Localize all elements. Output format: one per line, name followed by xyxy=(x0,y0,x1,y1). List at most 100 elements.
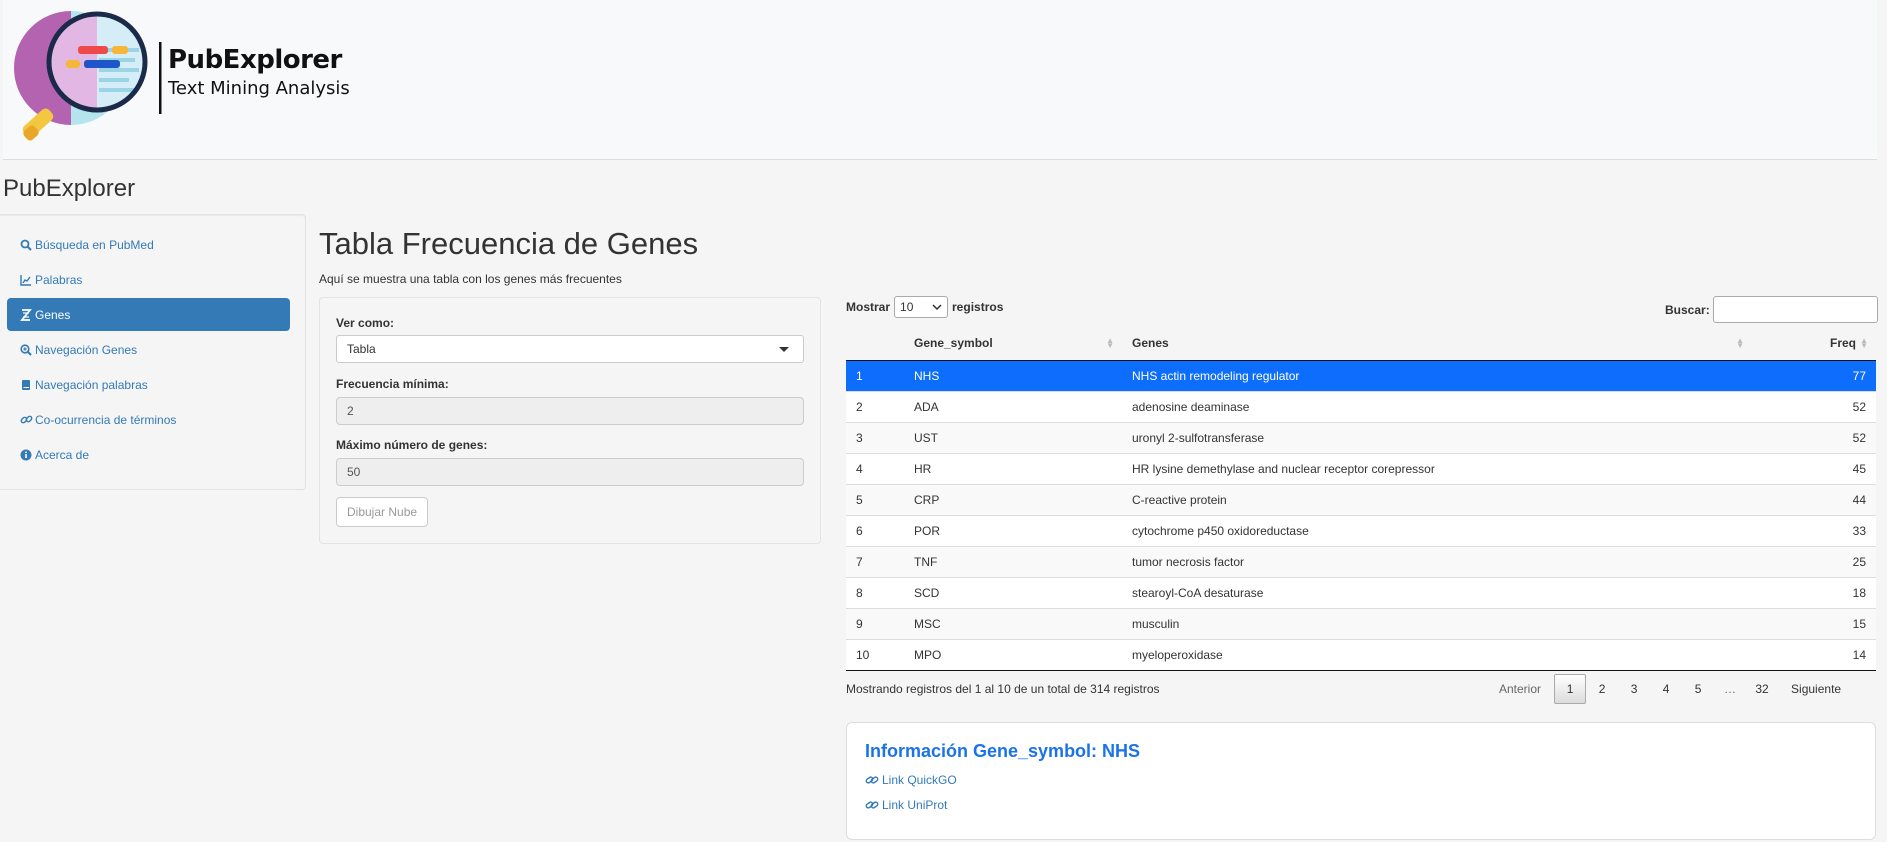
page-subtitle: Aquí se muestra una tabla con los genes … xyxy=(319,272,622,286)
page-next-button[interactable]: Siguiente xyxy=(1782,674,1850,704)
row-freq: 44 xyxy=(1752,483,1876,515)
link-icon xyxy=(865,801,879,809)
length-select[interactable]: 10 xyxy=(894,296,949,318)
sidebar-item-label: Acerca de xyxy=(35,447,90,462)
app-title: PubExplorer xyxy=(3,175,136,202)
table-row[interactable]: 2 ADA adenosine deaminase 52 xyxy=(846,390,1876,422)
search-input[interactable] xyxy=(1712,296,1878,323)
chart-line-icon xyxy=(19,273,33,286)
page-prev-button[interactable]: Anterior xyxy=(1490,674,1550,704)
uniprot-link[interactable]: Link UniProt xyxy=(865,798,947,812)
table-row[interactable]: 10 MPO myeloperoxidase 14 xyxy=(846,638,1876,671)
row-index: 5 xyxy=(846,483,904,515)
sidebar-item-palabras[interactable]: Palabras xyxy=(7,263,290,296)
row-freq: 77 xyxy=(1752,359,1876,391)
row-index: 7 xyxy=(846,545,904,577)
column-header-gene-symbol[interactable]: Gene_symbol ▲ ▼ xyxy=(904,327,1122,361)
page-button-32[interactable]: 32 xyxy=(1746,674,1778,704)
row-gene-symbol: UST xyxy=(904,421,1122,453)
row-gene-name: uronyl 2-sulfotransferase xyxy=(1122,421,1752,453)
row-index: 6 xyxy=(846,514,904,546)
pagination: Anterior 1 2 3 4 5 … 32 Siguiente xyxy=(1490,674,1850,704)
length-prefix: Mostrar xyxy=(846,300,891,314)
gene-info-card: Información Gene_symbol: NHS Link QuickG… xyxy=(846,722,1876,840)
min-freq-input[interactable] xyxy=(336,397,804,425)
page-button-3[interactable]: 3 xyxy=(1618,674,1650,704)
table-row[interactable]: 6 POR cytochrome p450 oxidoreductase 33 xyxy=(846,514,1876,546)
row-freq: 52 xyxy=(1752,390,1876,422)
sidebar-item-navegacion-palabras[interactable]: Navegación palabras xyxy=(7,368,290,401)
dna-icon xyxy=(19,308,33,321)
row-gene-name: C-reactive protein xyxy=(1122,483,1752,515)
column-header-label: Gene_symbol xyxy=(914,336,993,351)
column-header-label: Genes xyxy=(1132,336,1169,351)
row-freq: 33 xyxy=(1752,514,1876,546)
brand-tagline: Text Mining Analysis xyxy=(168,78,350,99)
uniprot-link-label: Link UniProt xyxy=(882,798,948,812)
view-select[interactable]: Tabla xyxy=(336,335,804,363)
row-index: 2 xyxy=(846,390,904,422)
sidebar-item-label: Palabras xyxy=(35,272,83,287)
table-row[interactable]: 1 NHS NHS actin remodeling regulator 77 xyxy=(846,359,1876,391)
row-freq: 52 xyxy=(1752,421,1876,453)
max-genes-input[interactable] xyxy=(336,458,804,486)
row-gene-symbol: ADA xyxy=(904,390,1122,422)
page-button-2[interactable]: 2 xyxy=(1586,674,1618,704)
row-gene-symbol: HR xyxy=(904,452,1122,484)
genes-table: Gene_symbol ▲ ▼ Genes ▲ ▼ Freq ▲ ▼ 1 NHS NH… xyxy=(846,327,1876,671)
row-gene-symbol: CRP xyxy=(904,483,1122,515)
search-icon xyxy=(19,238,33,251)
link-icon xyxy=(865,776,879,784)
table-row[interactable]: 9 MSC musculin 15 xyxy=(846,607,1876,639)
column-header-genes[interactable]: Genes ▲ ▼ xyxy=(1122,327,1752,361)
length-select-value: 10 xyxy=(900,300,914,314)
sidebar-item-label: Navegación Genes xyxy=(35,342,138,357)
link-icon xyxy=(19,413,33,426)
row-index: 10 xyxy=(846,638,904,671)
sidebar-item-acerca-de[interactable]: Acerca de xyxy=(7,438,290,471)
search-label: Buscar: xyxy=(1665,302,1710,317)
brand-name: PubExplorer xyxy=(168,45,342,75)
row-gene-symbol: SCD xyxy=(904,576,1122,608)
sidebar-item-genes[interactable]: Genes xyxy=(7,298,290,331)
draw-cloud-button[interactable]: Dibujar Nube xyxy=(336,497,429,527)
sidebar-item-label: Genes xyxy=(35,307,71,322)
table-header-row: Gene_symbol ▲ ▼ Genes ▲ ▼ Freq ▲ ▼ xyxy=(846,327,1876,361)
info-circle-icon xyxy=(19,448,33,461)
sidebar-item-co-ocurrencia[interactable]: Co-ocurrencia de términos xyxy=(7,403,290,436)
sort-icon: ▲ ▼ xyxy=(1736,336,1744,350)
page-title: Tabla Frecuencia de Genes xyxy=(319,226,699,261)
app-header: PubExplorer Text Mining Analysis xyxy=(3,0,1877,160)
quickgo-link-label: Link QuickGO xyxy=(882,773,957,787)
page-button-5[interactable]: 5 xyxy=(1682,674,1714,704)
row-gene-name: adenosine deaminase xyxy=(1122,390,1752,422)
row-freq: 18 xyxy=(1752,576,1876,608)
table-row[interactable]: 5 CRP C-reactive protein 44 xyxy=(846,483,1876,515)
row-gene-symbol: MSC xyxy=(904,607,1122,639)
page-button-4[interactable]: 4 xyxy=(1650,674,1682,704)
length-suffix: registros xyxy=(952,300,1004,314)
table-row[interactable]: 7 TNF tumor necrosis factor 25 xyxy=(846,545,1876,577)
table-search: Buscar: xyxy=(1665,296,1878,323)
page-button-1[interactable]: 1 xyxy=(1554,674,1587,704)
sidebar-item-label: Búsqueda en PubMed xyxy=(35,237,154,252)
row-freq: 14 xyxy=(1752,638,1876,671)
row-index: 9 xyxy=(846,607,904,639)
table-row[interactable]: 8 SCD stearoyl-CoA desaturase 18 xyxy=(846,576,1876,608)
table-row[interactable]: 4 HR HR lysine demethylase and nuclear r… xyxy=(846,452,1876,484)
min-freq-label: Frecuencia mínima: xyxy=(336,377,449,391)
row-gene-name: myeloperoxidase xyxy=(1122,638,1752,671)
table-info: Mostrando registros del 1 al 10 de un to… xyxy=(846,682,1160,696)
quickgo-link[interactable]: Link QuickGO xyxy=(865,773,957,787)
row-gene-name: musculin xyxy=(1122,607,1752,639)
row-index: 4 xyxy=(846,452,904,484)
sidebar-item-busqueda-pubmed[interactable]: Búsqueda en PubMed xyxy=(7,228,290,261)
column-header-label: Freq xyxy=(1829,336,1856,351)
row-gene-name: HR lysine demethylase and nuclear recept… xyxy=(1122,452,1752,484)
row-index: 3 xyxy=(846,421,904,453)
column-header-freq[interactable]: Freq ▲ ▼ xyxy=(1752,327,1876,361)
caret-down-icon xyxy=(779,347,789,352)
table-row[interactable]: 3 UST uronyl 2-sulfotransferase 52 xyxy=(846,421,1876,453)
sidebar-item-navegacion-genes[interactable]: Navegación Genes xyxy=(7,333,290,366)
row-gene-symbol: MPO xyxy=(904,638,1122,671)
